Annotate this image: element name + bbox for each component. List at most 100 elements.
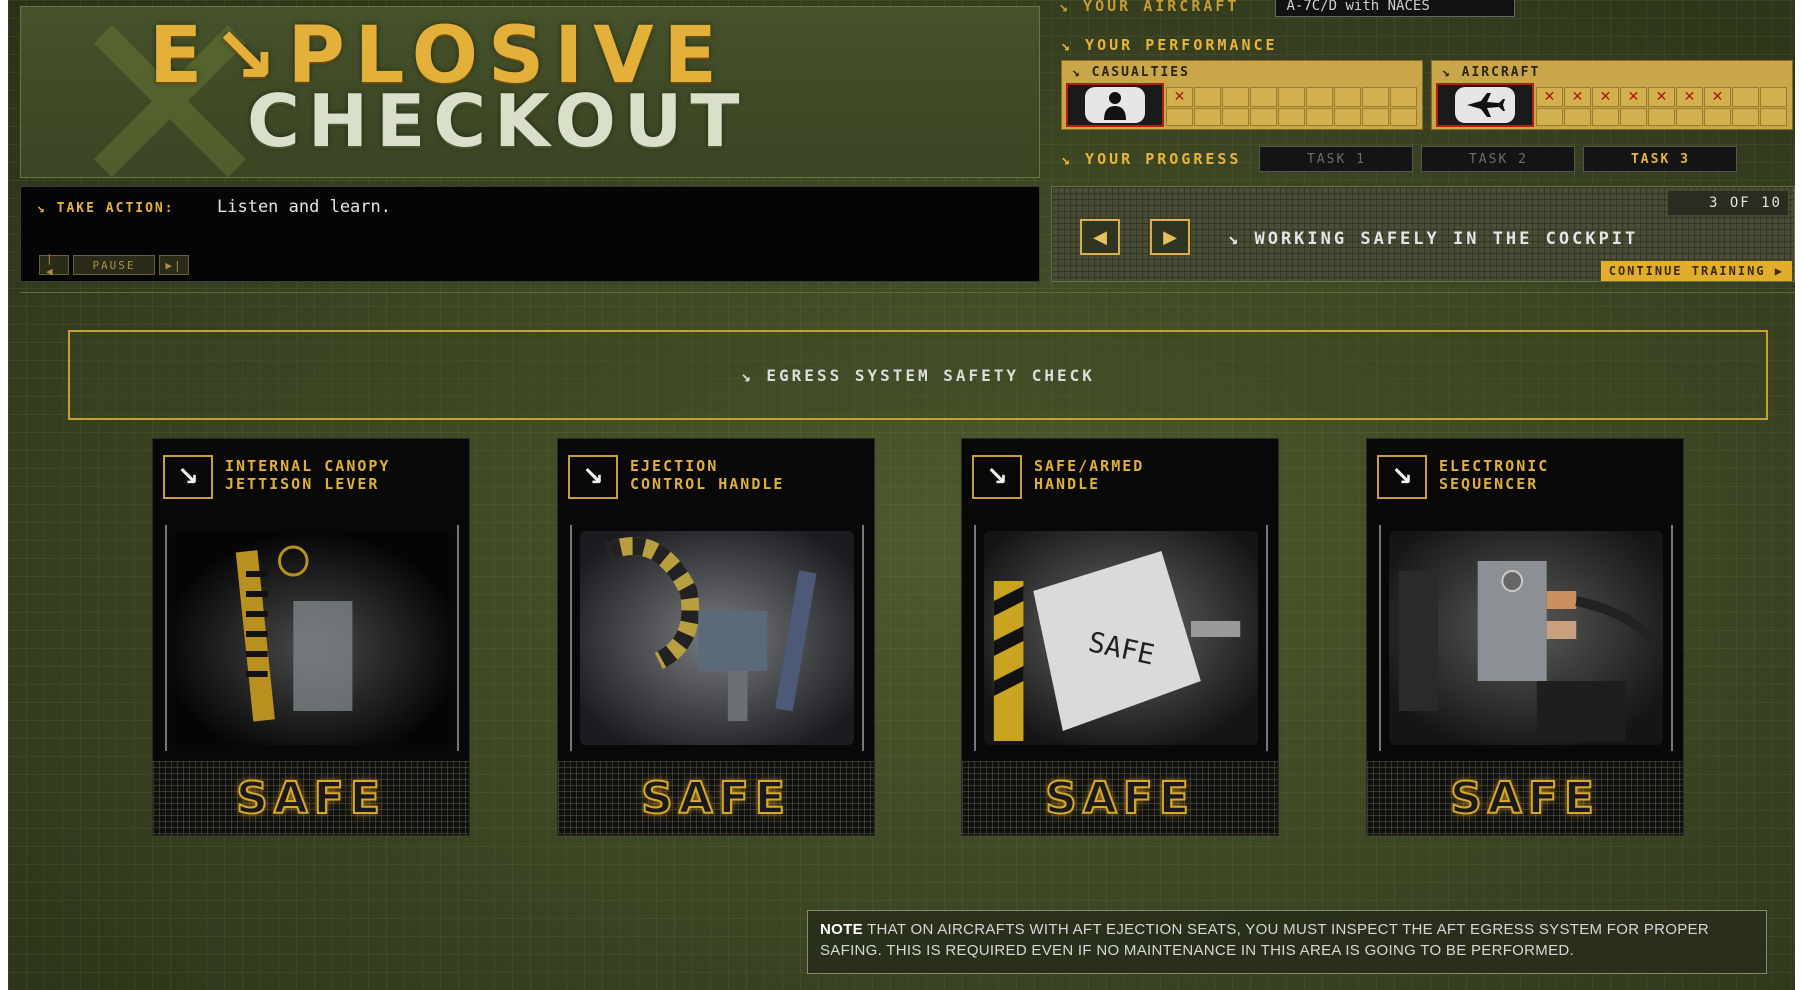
empty-cell — [1362, 87, 1389, 107]
empty-cell — [1306, 87, 1333, 107]
progress-row: ↘ YOUR PROGRESS TASK 1 TASK 2 TASK 3 — [1061, 146, 1738, 172]
task-1-label: TASK 1 — [1306, 151, 1366, 167]
safe-status-area: SAFE — [1367, 761, 1683, 835]
person-icon — [1066, 83, 1164, 127]
lesson-title: ↘ WORKING SAFELY IN THE COCKPIT — [1228, 229, 1639, 249]
casualties-cells-row2 — [1166, 108, 1418, 126]
empty-cell — [1676, 108, 1703, 126]
section-banner: ↘ EGRESS SYSTEM SAFETY CHECK — [68, 330, 1768, 420]
empty-cell — [1760, 87, 1787, 107]
progress-label: ↘ YOUR PROGRESS — [1061, 150, 1242, 168]
sequencer-photo — [1389, 531, 1663, 745]
take-action-label: ↘ TAKE ACTION: — [37, 201, 175, 216]
rewind-button[interactable]: |◀ — [39, 252, 69, 278]
take-action-panel: ↘ TAKE ACTION: Listen and learn. |◀ PAUS… — [20, 186, 1040, 282]
note-box: NOTE THAT ON AIRCRAFTS WITH AFT EJECTION… — [807, 910, 1767, 974]
empty-cell — [1564, 108, 1591, 126]
next-button[interactable]: ▶ — [1150, 219, 1190, 255]
empty-cell — [1222, 87, 1249, 107]
logo-title-line2: CHECKOUT — [247, 79, 748, 163]
aircraft-label: ↘ YOUR AIRCRAFT — [1059, 0, 1240, 15]
empty-cell — [1592, 108, 1619, 126]
empty-cell — [1278, 108, 1305, 126]
main-content: ↘ EGRESS SYSTEM SAFETY CHECK ↘ INTERNAL … — [20, 292, 1795, 990]
card-title: SAFE/ARMED HANDLE — [1034, 457, 1145, 493]
empty-cell — [1222, 108, 1249, 126]
safe-status-area: SAFE — [153, 761, 469, 835]
aircraft-row: ↘ YOUR AIRCRAFT A-7C/D with NACES — [1059, 0, 1516, 18]
performance-label: ↘ YOUR PERFORMANCE — [1061, 36, 1278, 54]
card-title: EJECTION CONTROL HANDLE — [630, 457, 785, 493]
canopy-lever-photo — [175, 531, 449, 745]
x-mark-cell: ✕ — [1536, 87, 1563, 107]
x-mark-cell: ✕ — [1166, 87, 1193, 107]
x-mark-cell: ✕ — [1620, 87, 1647, 107]
casualties-label: ↘ CASUALTIES — [1072, 65, 1190, 80]
card-electronic-sequencer[interactable]: ↘ ELECTRONIC SEQUENCER SAFE — [1366, 438, 1684, 836]
arrow-down-right-icon: ↘ — [1377, 455, 1427, 499]
task-2-button[interactable]: TASK 2 — [1421, 146, 1576, 172]
card-photo-frame — [570, 525, 864, 751]
note-label: NOTE — [820, 921, 863, 938]
casualties-cells: ✕ — [1166, 87, 1418, 107]
empty-cell — [1732, 108, 1759, 126]
forward-button[interactable]: ▶| — [159, 255, 189, 275]
aircraft-perf-box: ↘ AIRCRAFT ✕ ✕ ✕ ✕ ✕ ✕ ✕ — [1431, 60, 1793, 130]
safe-status-area: SAFE — [962, 761, 1278, 835]
card-title: INTERNAL CANOPY JETTISON LEVER — [225, 457, 391, 493]
section-title: ↘ EGRESS SYSTEM SAFETY CHECK — [741, 365, 1095, 385]
empty-cell — [1362, 108, 1389, 126]
jet-icon — [1436, 83, 1534, 127]
card-photo-frame — [1379, 525, 1673, 751]
x-mark-cell: ✕ — [1592, 87, 1619, 107]
empty-cell — [1648, 108, 1675, 126]
aircraft-cells: ✕ ✕ ✕ ✕ ✕ ✕ ✕ — [1536, 87, 1788, 107]
empty-cell — [1620, 108, 1647, 126]
continue-training-button[interactable]: CONTINUE TRAINING ▶ — [1600, 261, 1792, 281]
safe-status: SAFE — [235, 772, 386, 825]
safe-status: SAFE — [640, 772, 791, 825]
previous-button[interactable]: ◀ — [1080, 219, 1120, 255]
x-mark-cell: ✕ — [1648, 87, 1675, 107]
task-3-button[interactable]: TASK 3 — [1583, 146, 1738, 172]
x-mark-cell: ✕ — [1704, 87, 1731, 107]
empty-cell — [1334, 108, 1361, 126]
empty-cell — [1194, 87, 1221, 107]
card-safe-armed-handle[interactable]: ↘ SAFE/ARMED HANDLE SAFE SAFE — [961, 438, 1279, 836]
empty-cell — [1250, 87, 1277, 107]
note-text: THAT ON AIRCRAFTS WITH AFT EJECTION SEAT… — [820, 921, 1709, 959]
safe-status-area: SAFE — [558, 761, 874, 835]
arrow-down-right-icon: ↘ — [163, 455, 213, 499]
pause-button[interactable]: PAUSE — [73, 255, 155, 275]
card-photo-frame — [165, 525, 459, 751]
empty-cell — [1194, 108, 1221, 126]
take-action-text: Listen and learn. — [217, 197, 391, 217]
arrow-left-icon: ◀ — [1093, 226, 1107, 248]
empty-cell — [1390, 108, 1417, 126]
media-controls: |◀ PAUSE ▶| — [39, 252, 189, 278]
logo-panel: ✕ E↘PLOSIVE CHECKOUT — [20, 6, 1040, 178]
empty-cell — [1306, 108, 1333, 126]
task-3-label: TASK 3 — [1630, 151, 1690, 167]
card-photo-frame: SAFE — [974, 525, 1268, 751]
arrow-down-right-icon: ↘ — [972, 455, 1022, 499]
casualties-box: ↘ CASUALTIES ✕ — [1061, 60, 1423, 130]
empty-cell — [1390, 87, 1417, 107]
lesson-nav-panel: 3 OF 10 ◀ ▶ ↘ WORKING SAFELY IN THE COCK… — [1051, 186, 1795, 282]
empty-cell — [1278, 87, 1305, 107]
task-2-label: TASK 2 — [1468, 151, 1528, 167]
empty-cell — [1704, 108, 1731, 126]
aircraft-cells-row2 — [1536, 108, 1788, 126]
step-counter: 3 OF 10 — [1668, 191, 1788, 215]
arrow-right-icon: ▶ — [1163, 226, 1177, 248]
safe-status: SAFE — [1044, 772, 1195, 825]
card-title: ELECTRONIC SEQUENCER — [1439, 457, 1550, 493]
safe-armed-photo: SAFE — [984, 531, 1258, 745]
arrow-down-right-icon: ↘ — [568, 455, 618, 499]
x-mark-cell: ✕ — [1564, 87, 1591, 107]
card-ejection-control-handle[interactable]: ↘ EJECTION CONTROL HANDLE SAFE — [557, 438, 875, 836]
task-1-button[interactable]: TASK 1 — [1259, 146, 1414, 172]
empty-cell — [1166, 108, 1193, 126]
aircraft-value: A-7C/D with NACES — [1275, 0, 1516, 17]
card-canopy-jettison-lever[interactable]: ↘ INTERNAL CANOPY JETTISON LEVER SAFE — [152, 438, 470, 836]
